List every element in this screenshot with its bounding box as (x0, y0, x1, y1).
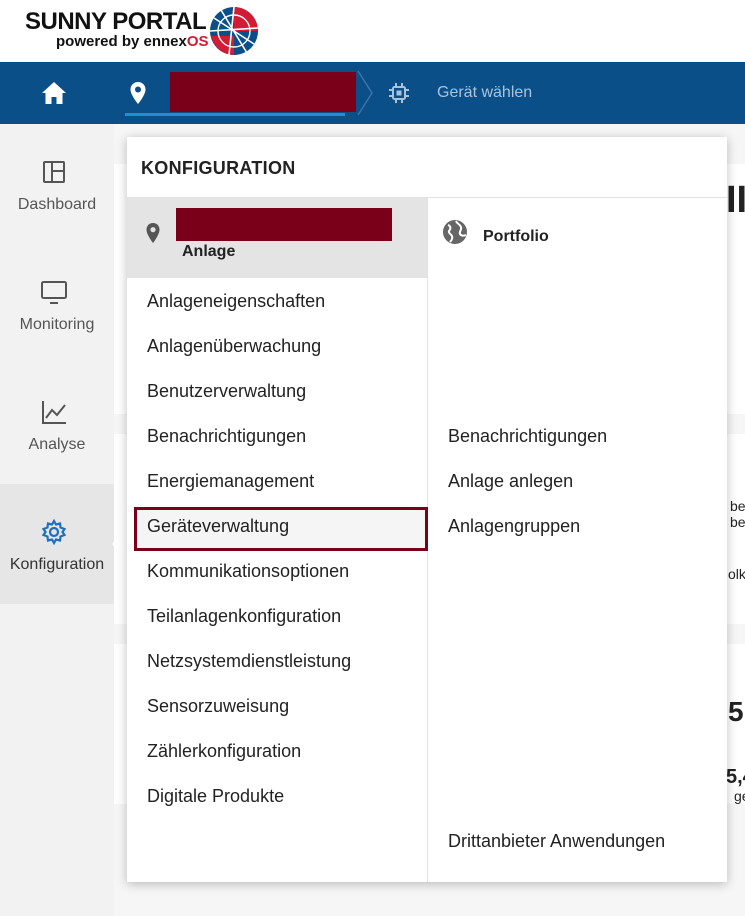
menu-item-netzsystemdienstleistung[interactable]: Netzsystemdienstleistung (147, 651, 351, 672)
breadcrumb-chevron-icon (357, 70, 373, 116)
globe-icon (443, 220, 467, 244)
sidebar: Dashboard Monitoring Analyse Konfigurati… (0, 124, 114, 916)
menu-item-geraeteverwaltung[interactable]: Geräteverwaltung (147, 516, 289, 537)
menu-item-anlagengruppen[interactable]: Anlagengruppen (448, 516, 580, 537)
location-pin-icon (130, 82, 146, 104)
sidebar-item-label: Analyse (28, 436, 86, 453)
background-fragment: II (726, 179, 745, 221)
logo-globe-icon (209, 6, 259, 56)
logo-subtitle: powered by ennexOS (56, 34, 209, 50)
portfolio-section-header[interactable]: Portfolio (428, 198, 727, 278)
configuration-menu: KONFIGURATION Anlage Portfolio Anlagenei… (127, 137, 727, 882)
sidebar-item-dashboard[interactable]: Dashboard (0, 124, 114, 244)
anlage-label: Anlage (182, 243, 236, 260)
menu-item-drittanbieter-anwendungen[interactable]: Drittanbieter Anwendungen (448, 831, 665, 852)
background-fragment: 5 (728, 696, 744, 727)
top-navigation: Gerät wählen (0, 62, 745, 124)
menu-item-anlage-anlegen[interactable]: Anlage anlegen (448, 471, 573, 492)
menu-item-anlageneigenschaften[interactable]: Anlageneigenschaften (147, 291, 325, 312)
background-fragment: olk (728, 566, 745, 582)
logo-subtitle-os: OS (186, 33, 209, 50)
dashboard-icon (43, 161, 65, 183)
gear-icon (41, 518, 67, 546)
menu-item-anlagenueberwachung[interactable]: Anlagenüberwachung (147, 336, 321, 357)
device-selector-label: Gerät wählen (437, 84, 533, 101)
redacted-plant-name (170, 72, 356, 112)
sidebar-item-monitoring[interactable]: Monitoring (0, 244, 114, 364)
logo-title: SUNNY PORTAL (25, 8, 207, 35)
sidebar-item-label: Monitoring (19, 316, 95, 333)
menu-item-digitale-produkte[interactable]: Digitale Produkte (147, 786, 284, 807)
home-icon[interactable] (40, 80, 68, 106)
menu-item-portfolio-benachrichtigungen[interactable]: Benachrichtigungen (448, 426, 607, 447)
menu-item-kommunikationsoptionen[interactable]: Kommunikationsoptionen (147, 561, 349, 582)
menu-item-sensorzuweisung[interactable]: Sensorzuweisung (147, 696, 289, 717)
chip-icon (389, 83, 409, 103)
device-selector[interactable]: Gerät wählen (388, 80, 532, 106)
logo-bar: SUNNY PORTAL powered by ennexOS (0, 0, 745, 62)
logo[interactable]: SUNNY PORTAL powered by ennexOS (25, 10, 209, 50)
background-fragment: be (730, 514, 745, 530)
active-tab-underline (125, 113, 345, 116)
sidebar-item-analyse[interactable]: Analyse (0, 364, 114, 484)
monitor-icon (41, 281, 67, 304)
sidebar-item-konfiguration[interactable]: Konfiguration (0, 484, 114, 604)
sidebar-item-label: Dashboard (17, 196, 97, 213)
app-root: SUNNY PORTAL powered by ennexOS Gerät wä… (0, 0, 745, 916)
background-fragment: ge (734, 788, 745, 804)
menu-item-benutzerverwaltung[interactable]: Benutzerverwaltung (147, 381, 306, 402)
portfolio-label: Portfolio (483, 228, 549, 245)
background-fragment: 5,4 (726, 766, 745, 788)
panel-pointer (112, 530, 126, 558)
menu-item-benachrichtigungen[interactable]: Benachrichtigungen (147, 426, 306, 447)
logo-subtitle-prefix: powered by ennex (56, 33, 187, 50)
panel-title: KONFIGURATION (141, 158, 296, 178)
location-selector[interactable] (125, 62, 356, 124)
location-pin-icon (146, 223, 160, 243)
menu-item-teilanlagenkonfiguration[interactable]: Teilanlagenkonfiguration (147, 606, 341, 627)
menu-item-zaehlerkonfiguration[interactable]: Zählerkonfiguration (147, 741, 301, 762)
sidebar-item-label: Konfiguration (9, 556, 105, 573)
background-fragment: be (730, 498, 745, 514)
menu-item-energiemanagement[interactable]: Energiemanagement (147, 471, 314, 492)
anlage-section-header[interactable]: Anlage (127, 198, 427, 278)
chart-icon (42, 401, 66, 424)
redacted-plant-name (176, 208, 392, 241)
